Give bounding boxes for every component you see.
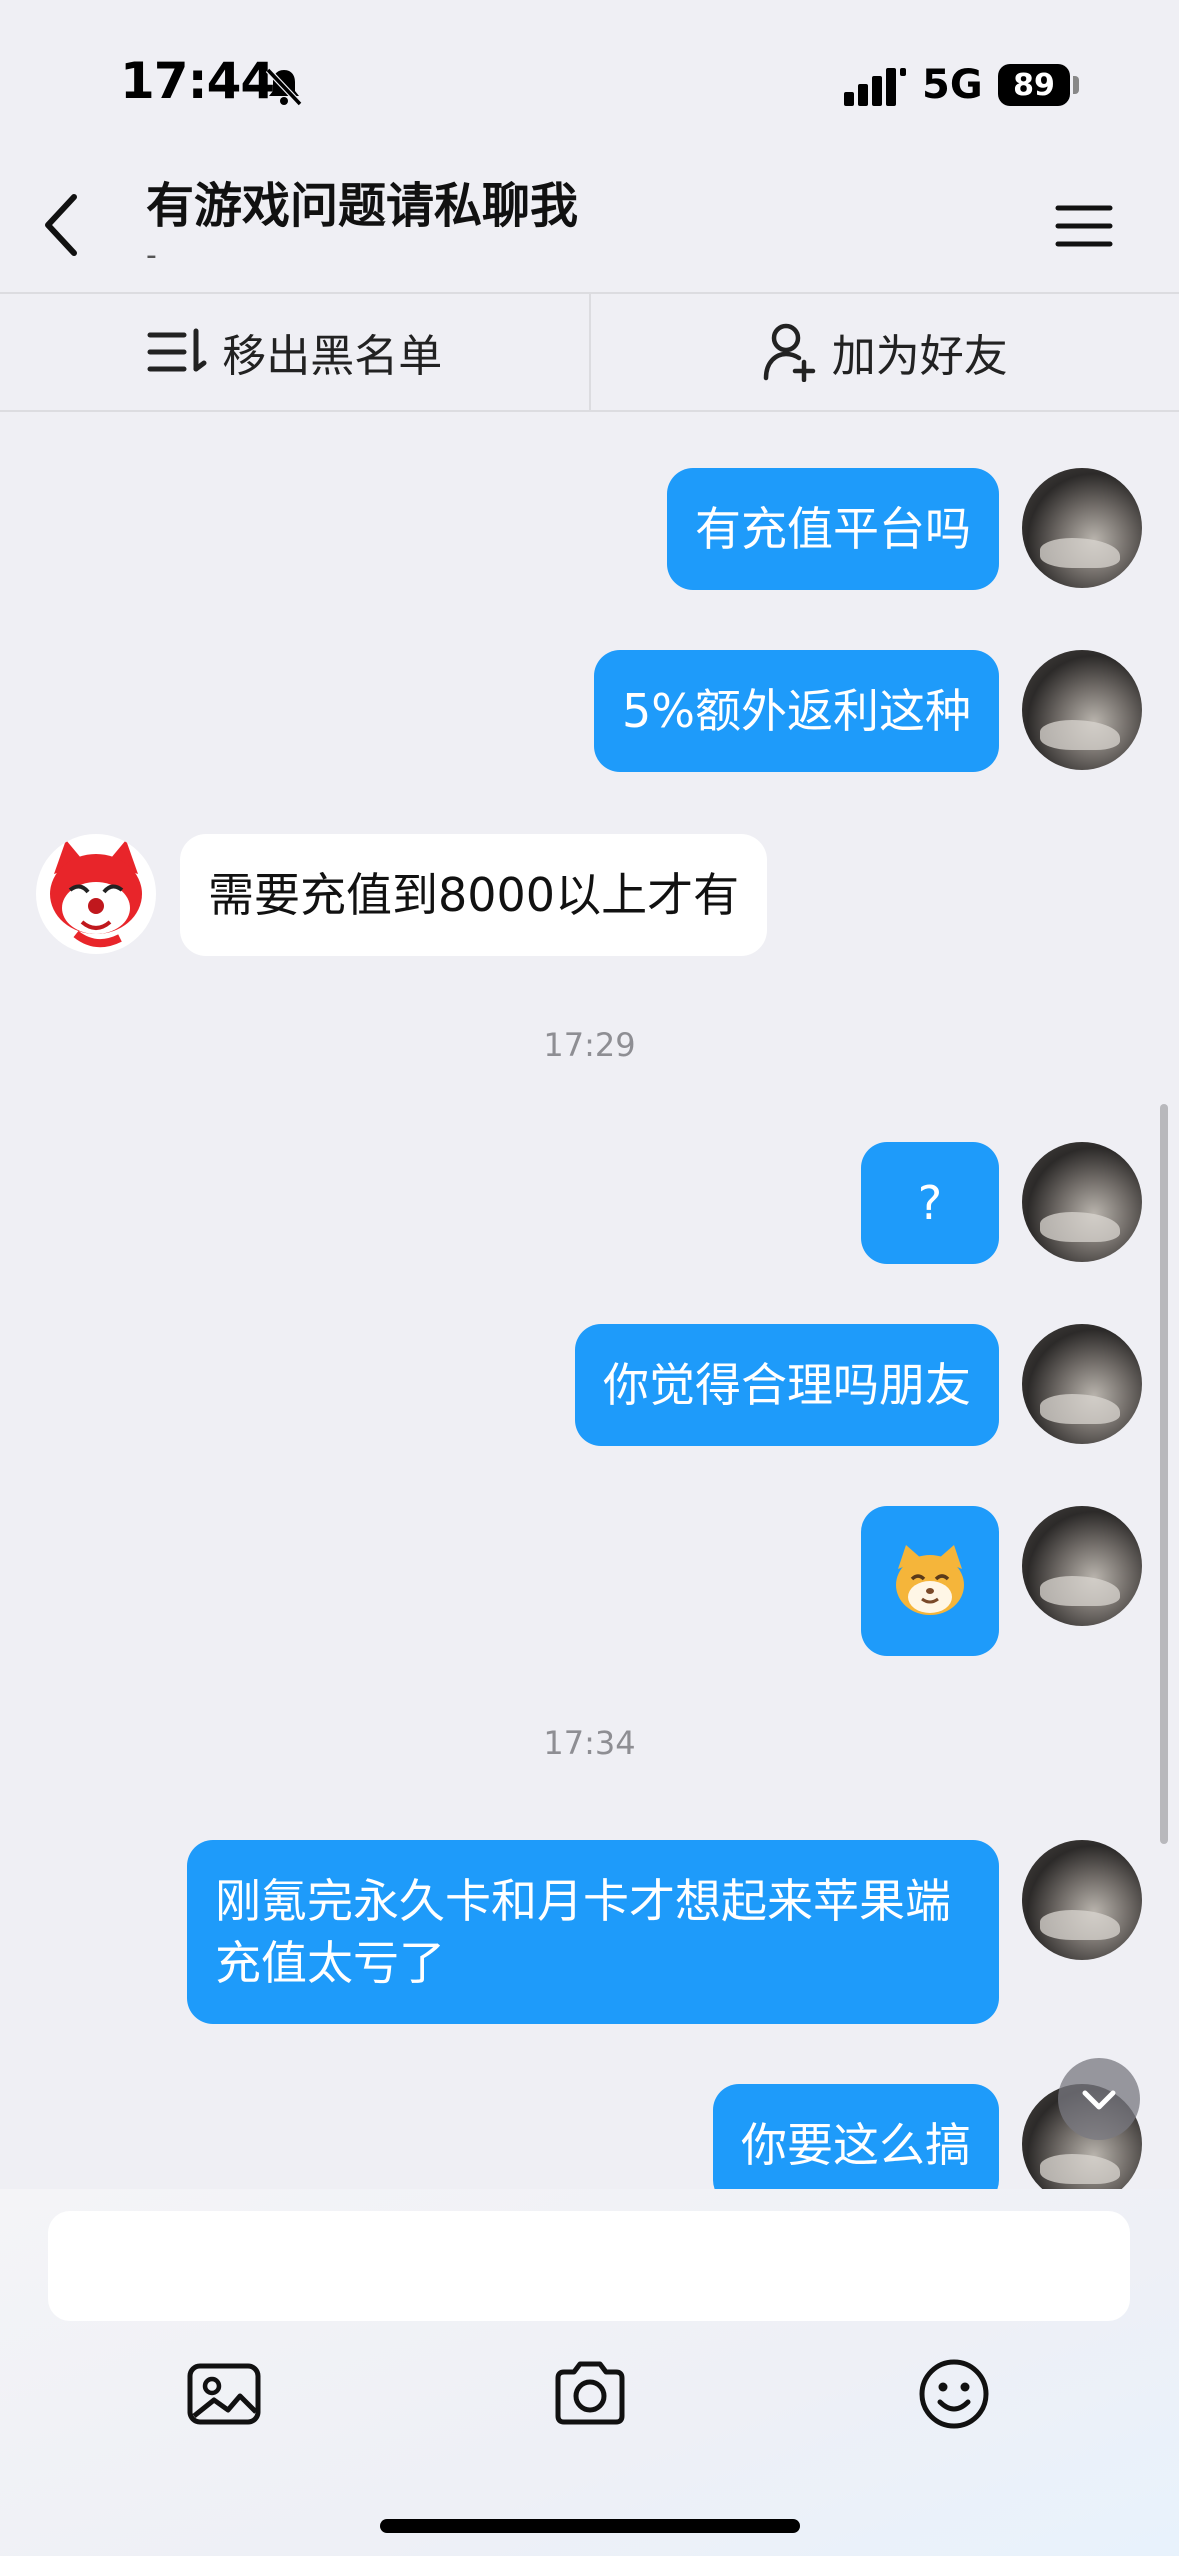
avatar[interactable] <box>1022 1506 1142 1626</box>
add-friend-button[interactable]: 加为好友 <box>591 294 1179 410</box>
add-friend-label: 加为好友 <box>831 331 1008 382</box>
scrollbar[interactable] <box>1160 1104 1168 1844</box>
remove-blacklist-button[interactable]: 移出黑名单 <box>0 294 589 410</box>
bell-off-icon <box>265 67 303 107</box>
message-bubble[interactable]: 你觉得合理吗朋友 <box>575 1324 999 1446</box>
avatar[interactable] <box>1022 468 1142 588</box>
fox-avatar-icon <box>50 840 142 948</box>
status-bar: 17:44 5G 89 <box>0 0 1179 150</box>
message-text: 需要充值到8000以上才有 <box>208 868 740 922</box>
add-user-icon <box>763 323 815 382</box>
chat-subtitle: - <box>146 238 157 273</box>
avatar[interactable] <box>1022 1324 1142 1444</box>
cat-face-emoji-icon <box>896 1545 964 1615</box>
message-text: 你要这么搞 <box>741 2118 971 2172</box>
scroll-to-bottom-button[interactable] <box>1058 2058 1140 2140</box>
message-text: ? <box>917 1176 943 1230</box>
message-text: 你觉得合理吗朋友 <box>603 1358 971 1412</box>
battery-indicator: 89 <box>998 64 1070 106</box>
status-time: 17:44 <box>120 52 275 110</box>
remove-blacklist-label: 移出黑名单 <box>222 331 443 382</box>
message-input[interactable] <box>48 2211 1130 2321</box>
message-text: 刚氪完永久卡和月卡才想起来苹果端充值太亏了 <box>215 1874 951 1990</box>
message-bubble[interactable]: 你要这么搞 <box>713 2084 999 2189</box>
avatar[interactable] <box>1022 1142 1142 1262</box>
network-label: 5G <box>922 62 983 108</box>
emoji-icon[interactable] <box>914 2354 994 2434</box>
menu-icon[interactable] <box>1052 200 1116 252</box>
avatar[interactable] <box>36 834 156 954</box>
chevron-down-icon <box>1082 2090 1116 2110</box>
chat-header: 有游戏问题请私聊我 - <box>0 150 1179 292</box>
message-timestamp: 17:34 <box>543 1724 636 1762</box>
message-bubble[interactable]: ? <box>861 1142 999 1264</box>
image-icon[interactable] <box>184 2354 264 2434</box>
composer <box>0 2189 1179 2556</box>
back-button[interactable] <box>30 185 100 265</box>
list-remove-icon <box>147 328 207 372</box>
home-indicator <box>380 2519 800 2533</box>
battery-tip <box>1073 76 1079 94</box>
avatar[interactable] <box>1022 650 1142 770</box>
signal-icon <box>844 68 906 106</box>
camera-icon[interactable] <box>550 2354 630 2434</box>
sticker-bubble[interactable] <box>861 1506 999 1656</box>
message-bubble[interactable]: 需要充值到8000以上才有 <box>180 834 768 956</box>
chat-title: 有游戏问题请私聊我 <box>146 178 579 234</box>
message-text: 5%额外返利这种 <box>622 684 971 738</box>
avatar[interactable] <box>1022 1840 1142 1960</box>
action-bar: 移出黑名单 加为好友 <box>0 292 1179 412</box>
message-timestamp: 17:29 <box>543 1026 636 1064</box>
message-list[interactable]: 有充值平台吗 5%额外返利这种 需要充值到8000以上才有 17:29 ? 你觉… <box>0 414 1179 2189</box>
message-bubble[interactable]: 5%额外返利这种 <box>594 650 999 772</box>
message-bubble[interactable]: 刚氪完永久卡和月卡才想起来苹果端充值太亏了 <box>187 1840 999 2024</box>
message-bubble[interactable]: 有充值平台吗 <box>667 468 999 590</box>
message-text: 有充值平台吗 <box>695 502 971 556</box>
